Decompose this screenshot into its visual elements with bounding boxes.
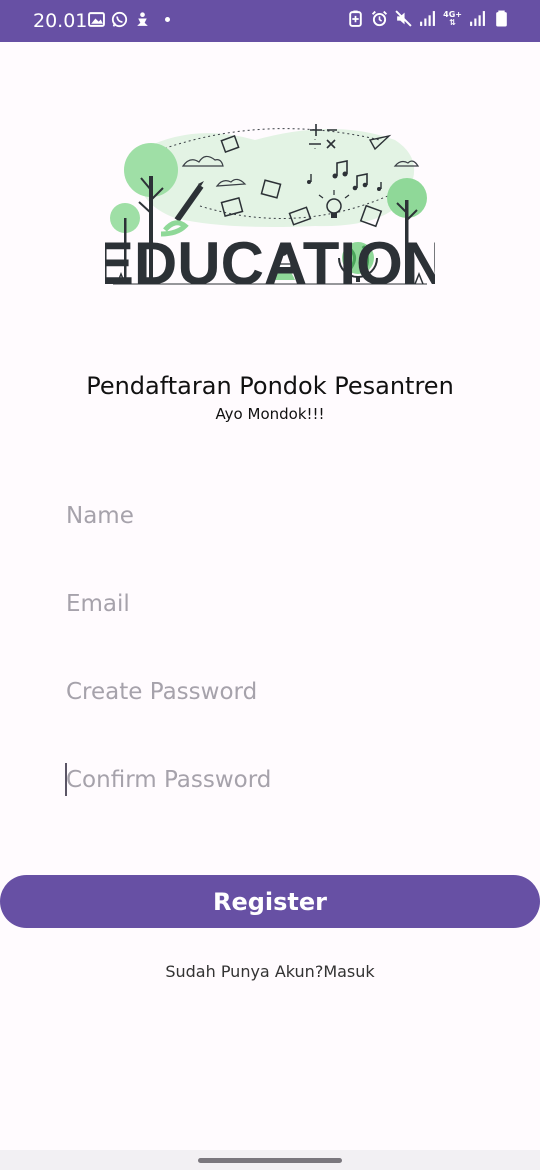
- hero-word: EDUCATION: [105, 230, 435, 290]
- status-time: 20.01: [33, 10, 88, 32]
- signal-icon-secondary: [470, 11, 485, 26]
- network-indicator: 4G+ ⇅: [443, 10, 462, 27]
- home-gesture-handle[interactable]: [198, 1158, 342, 1163]
- whatsapp-icon: [111, 11, 128, 28]
- status-bar: 20.01 4G+ ⇅: [0, 0, 540, 42]
- notification-icon: [137, 12, 148, 26]
- system-icons: 4G+ ⇅: [347, 10, 510, 27]
- page-title: Pendaftaran Pondok Pesantren: [86, 372, 454, 400]
- page-subtitle: Ayo Mondok!!!: [215, 405, 325, 423]
- battery-icon: [496, 10, 507, 27]
- name-input[interactable]: [66, 496, 486, 536]
- battery-saver-icon: [349, 10, 362, 27]
- education-illustration: EDUCATION: [105, 124, 435, 290]
- register-button[interactable]: Register: [0, 875, 540, 928]
- more-notifications-dot: [165, 17, 170, 22]
- email-input[interactable]: [66, 584, 486, 624]
- image-icon: [88, 12, 105, 27]
- notification-icons: [88, 11, 170, 28]
- data-arrows-icon: ⇅: [449, 17, 456, 27]
- mute-icon: [395, 10, 412, 27]
- login-link[interactable]: Sudah Punya Akun?Masuk: [0, 962, 540, 981]
- alarm-icon: [372, 10, 388, 27]
- text-cursor: [65, 763, 67, 796]
- confirm-password-input[interactable]: [66, 760, 486, 800]
- navigation-bar: [0, 1150, 540, 1170]
- create-password-input[interactable]: [66, 672, 486, 712]
- signal-icon: [420, 11, 436, 26]
